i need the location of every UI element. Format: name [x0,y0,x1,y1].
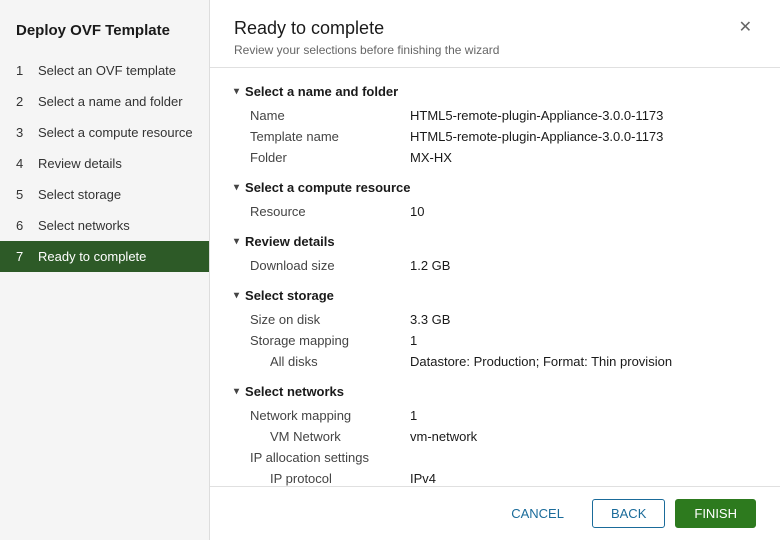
row-label: Resource [250,204,410,219]
row-label: Template name [250,129,410,144]
section-review-details: ▾ Review details Download size1.2 GB [234,234,756,276]
back-button[interactable]: BACK [592,499,665,528]
footer: CANCEL BACK FINISH [210,486,780,540]
section-review-header[interactable]: ▾ Review details [234,234,756,249]
sidebar-item-7[interactable]: 7 Ready to complete [0,241,209,272]
section-name-folder-body: NameHTML5-remote-plugin-Appliance-3.0.0-… [234,105,756,168]
row-value: vm-network [410,429,756,444]
finish-button[interactable]: FINISH [675,499,756,528]
step-number: 5 [16,187,30,202]
sidebar-item-label: Ready to complete [38,249,146,264]
step-number: 4 [16,156,30,171]
section-storage: ▾ Select storage Size on disk3.3 GBStora… [234,288,756,372]
sidebar-item-4[interactable]: 4 Review details [0,148,209,179]
sidebar-item-2[interactable]: 2 Select a name and folder [0,86,209,117]
section-compute-resource: ▾ Select a compute resource Resource10 [234,180,756,222]
section-review-body: Download size1.2 GB [234,255,756,276]
row-label: All disks [250,354,410,369]
sidebar-item-6[interactable]: 6 Select networks [0,210,209,241]
close-button[interactable]: ✕ [735,18,756,38]
sidebar-item-5[interactable]: 5 Select storage [0,179,209,210]
row-value: HTML5-remote-plugin-Appliance-3.0.0-1173 [410,108,756,123]
sidebar-item-label: Select a name and folder [38,94,183,109]
section-review-title: Review details [245,234,335,249]
row-label: IP allocation settings [250,450,410,465]
chevron-down-icon: ▾ [234,386,239,397]
row-value: 1 [410,333,756,348]
row-value: Datastore: Production; Format: Thin prov… [410,354,756,369]
row-label: Name [250,108,410,123]
step-number: 1 [16,63,30,78]
row-value: HTML5-remote-plugin-Appliance-3.0.0-1173 [410,129,756,144]
table-row: All disksDatastore: Production; Format: … [250,351,756,372]
section-name-folder-title: Select a name and folder [245,84,398,99]
step-number: 2 [16,94,30,109]
sidebar-item-label: Select networks [38,218,130,233]
section-networks: ▾ Select networks Network mapping1VM Net… [234,384,756,486]
sidebar-item-3[interactable]: 3 Select a compute resource [0,117,209,148]
section-compute-header[interactable]: ▾ Select a compute resource [234,180,756,195]
row-value [410,450,756,465]
sidebar-title: Deploy OVF Template [0,10,209,55]
row-value: MX-HX [410,150,756,165]
main-header: Ready to complete Review your selections… [210,0,780,68]
row-label: Network mapping [250,408,410,423]
table-row: Template nameHTML5-remote-plugin-Applian… [250,126,756,147]
table-row: IP protocolIPv4 [250,468,756,486]
row-label: IP protocol [250,471,410,486]
table-row: NameHTML5-remote-plugin-Appliance-3.0.0-… [250,105,756,126]
table-row: Download size1.2 GB [250,255,756,276]
table-row: Storage mapping1 [250,330,756,351]
row-label: VM Network [250,429,410,444]
table-row: Size on disk3.3 GB [250,309,756,330]
sidebar-item-1[interactable]: 1 Select an OVF template [0,55,209,86]
row-value: 10 [410,204,756,219]
section-networks-title: Select networks [245,384,344,399]
step-number: 3 [16,125,30,140]
row-label: Download size [250,258,410,273]
section-compute-title: Select a compute resource [245,180,410,195]
table-row: VM Networkvm-network [250,426,756,447]
row-label: Storage mapping [250,333,410,348]
sidebar-item-label: Select an OVF template [38,63,176,78]
row-label: Size on disk [250,312,410,327]
row-value: 3.3 GB [410,312,756,327]
chevron-down-icon: ▾ [234,182,239,193]
section-name-folder-header[interactable]: ▾ Select a name and folder [234,84,756,99]
section-storage-body: Size on disk3.3 GBStorage mapping1All di… [234,309,756,372]
section-compute-body: Resource10 [234,201,756,222]
row-label: Folder [250,150,410,165]
content-area: ▾ Select a name and folder NameHTML5-rem… [210,68,780,486]
step-number: 6 [16,218,30,233]
page-subtitle: Review your selections before finishing … [234,43,499,57]
sidebar: Deploy OVF Template 1 Select an OVF templ… [0,0,210,540]
section-storage-header[interactable]: ▾ Select storage [234,288,756,303]
section-storage-title: Select storage [245,288,334,303]
row-value: IPv4 [410,471,756,486]
table-row: Network mapping1 [250,405,756,426]
section-name-folder: ▾ Select a name and folder NameHTML5-rem… [234,84,756,168]
page-title: Ready to complete [234,18,499,39]
section-networks-header[interactable]: ▾ Select networks [234,384,756,399]
sidebar-item-label: Select a compute resource [38,125,193,140]
step-number: 7 [16,249,30,264]
chevron-down-icon: ▾ [234,86,239,97]
main-panel: Ready to complete Review your selections… [210,0,780,540]
sidebar-item-label: Review details [38,156,122,171]
row-value: 1.2 GB [410,258,756,273]
table-row: IP allocation settings [250,447,756,468]
chevron-down-icon: ▾ [234,290,239,301]
table-row: Resource10 [250,201,756,222]
sidebar-item-label: Select storage [38,187,121,202]
row-value: 1 [410,408,756,423]
dialog: Deploy OVF Template 1 Select an OVF templ… [0,0,780,540]
chevron-down-icon: ▾ [234,236,239,247]
section-networks-body: Network mapping1VM Networkvm-networkIP a… [234,405,756,486]
cancel-button[interactable]: CANCEL [493,500,582,527]
table-row: FolderMX-HX [250,147,756,168]
